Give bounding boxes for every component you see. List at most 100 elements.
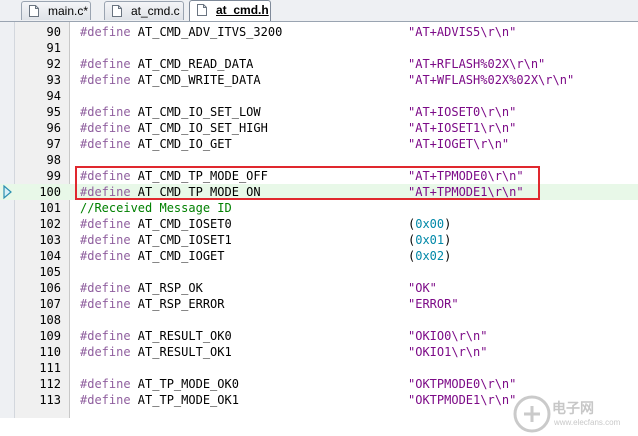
watermark-logo-icon bbox=[513, 395, 551, 433]
code-line[interactable]: 103 #define AT_CMD_IOSET1 (0x01) bbox=[0, 232, 638, 248]
macro-string-value: "ERROR" bbox=[408, 297, 459, 311]
code-line[interactable]: 101 //Received Message ID bbox=[0, 200, 638, 216]
macro-name: AT_CMD_IO_SET_LOW bbox=[130, 105, 261, 119]
macro-string-value: "AT+WFLASH%02X%02X\r\n" bbox=[408, 73, 575, 87]
code-line[interactable]: 106 #define AT_RSP_OK "OK" bbox=[0, 280, 638, 296]
watermark-text: 电子网 bbox=[552, 400, 594, 416]
preprocessor-keyword: #define bbox=[80, 329, 131, 343]
code-line[interactable]: 96 #define AT_CMD_IO_SET_HIGH "AT+IOSET1\r… bbox=[0, 120, 638, 136]
code-text: #define AT_CMD_IOSET0 bbox=[80, 216, 232, 232]
preprocessor-keyword: #define bbox=[80, 233, 131, 247]
code-text: #define AT_RSP_ERROR bbox=[80, 296, 225, 312]
code-line[interactable]: 112 #define AT_TP_MODE_OK0 "OKTPMODE0\r\n" bbox=[0, 376, 638, 392]
editor-tab-bar: main.c* at_cmd.c at_cmd.h bbox=[0, 0, 638, 22]
line-number: 107 bbox=[39, 297, 61, 311]
line-number: 111 bbox=[39, 361, 61, 375]
line-number: 91 bbox=[46, 41, 61, 55]
code-text: #define AT_CMD_IOGET bbox=[80, 248, 225, 264]
code-line[interactable]: 105 bbox=[0, 264, 638, 280]
code-line[interactable]: 93 #define AT_CMD_WRITE_DATA "AT+WFLASH%02… bbox=[0, 72, 638, 88]
preprocessor-keyword: #define bbox=[80, 297, 131, 311]
code-text: #define AT_TP_MODE_OK1 bbox=[80, 392, 239, 408]
macro-name: AT_CMD_IOSET0 bbox=[130, 217, 232, 231]
line-number: 101 bbox=[39, 201, 61, 215]
preprocessor-keyword: #define bbox=[80, 73, 131, 87]
code-line[interactable]: 104 #define AT_CMD_IOGET (0x02) bbox=[0, 248, 638, 264]
macro-string-value: "OKTPMODE0\r\n" bbox=[408, 377, 517, 391]
line-number: 113 bbox=[39, 393, 61, 407]
macro-name: AT_TP_MODE_OK0 bbox=[130, 377, 239, 391]
macro-string-value: "AT+ADVIS5\r\n" bbox=[408, 25, 517, 39]
macro-string-value: "OK" bbox=[408, 281, 437, 295]
line-number: 98 bbox=[46, 153, 61, 167]
preprocessor-keyword: #define bbox=[80, 377, 131, 391]
macro-numeric-value: (0x01) bbox=[408, 232, 451, 248]
line-number: 94 bbox=[46, 89, 61, 103]
tab-at-cmd-c[interactable]: at_cmd.c bbox=[104, 1, 184, 20]
preprocessor-keyword: #define bbox=[80, 249, 131, 263]
macro-name: AT_CMD_IOSET1 bbox=[130, 233, 232, 247]
macro-numeric-value: (0x00) bbox=[408, 216, 451, 232]
code-text: #define AT_CMD_IO_GET bbox=[80, 136, 232, 152]
macro-string-value: "OKIO0\r\n" bbox=[408, 329, 488, 343]
macro-string-value: "AT+IOSET1\r\n" bbox=[408, 121, 517, 135]
code-line[interactable]: 111 bbox=[0, 360, 638, 376]
watermark: 电子网 www.elecfans.com bbox=[512, 392, 634, 436]
code-line[interactable]: 92 #define AT_CMD_READ_DATA "AT+RFLASH%02X… bbox=[0, 56, 638, 72]
hex-number: 0x02 bbox=[415, 249, 445, 263]
code-line[interactable]: 94 bbox=[0, 88, 638, 104]
tab-label: at_cmd.h bbox=[216, 3, 269, 17]
code-text: #define AT_CMD_ADV_ITVS_3200 bbox=[80, 24, 282, 40]
line-number: 93 bbox=[46, 73, 61, 87]
tab-at-cmd-h[interactable]: at_cmd.h bbox=[189, 0, 271, 21]
line-number: 110 bbox=[39, 345, 61, 359]
preprocessor-keyword: #define bbox=[80, 57, 131, 71]
code-line[interactable]: 95 #define AT_CMD_IO_SET_LOW "AT+IOSET0\r\… bbox=[0, 104, 638, 120]
tab-label: main.c* bbox=[48, 4, 89, 18]
line-number: 105 bbox=[39, 265, 61, 279]
close-paren: ) bbox=[444, 249, 452, 263]
code-line[interactable]: 91 bbox=[0, 40, 638, 56]
code-line[interactable]: 109 #define AT_RESULT_OK0 "OKIO0\r\n" bbox=[0, 328, 638, 344]
preprocessor-keyword: #define bbox=[80, 137, 131, 151]
code-text: #define AT_CMD_WRITE_DATA bbox=[80, 72, 261, 88]
line-number: 104 bbox=[39, 249, 61, 263]
code-line[interactable]: 108 bbox=[0, 312, 638, 328]
close-paren: ) bbox=[444, 217, 452, 231]
line-number: 112 bbox=[39, 377, 61, 391]
preprocessor-keyword: #define bbox=[80, 105, 131, 119]
tab-main-c[interactable]: main.c* bbox=[21, 1, 91, 20]
code-text: #define AT_RSP_OK bbox=[80, 280, 203, 296]
code-editor[interactable]: 90 #define AT_CMD_ADV_ITVS_3200 "AT+ADVIS5… bbox=[0, 22, 638, 433]
line-number: 102 bbox=[39, 217, 61, 231]
hex-number: 0x00 bbox=[415, 217, 445, 231]
macro-name: AT_RSP_ERROR bbox=[130, 297, 225, 311]
macro-name: AT_RSP_OK bbox=[130, 281, 203, 295]
macro-name: AT_RESULT_OK0 bbox=[130, 329, 232, 343]
annotation-highlight-box bbox=[75, 166, 540, 200]
code-line[interactable]: 110 #define AT_RESULT_OK1 "OKIO1\r\n" bbox=[0, 344, 638, 360]
macro-string-value: "AT+IOGET\r\n" bbox=[408, 137, 510, 151]
macro-name: AT_RESULT_OK1 bbox=[130, 345, 232, 359]
macro-string-value: "OKTPMODE1\r\n" bbox=[408, 393, 517, 407]
line-number: 106 bbox=[39, 281, 61, 295]
close-paren: ) bbox=[444, 233, 452, 247]
code-line[interactable]: 102 #define AT_CMD_IOSET0 (0x00) bbox=[0, 216, 638, 232]
code-line[interactable]: 90 #define AT_CMD_ADV_ITVS_3200 "AT+ADVIS5… bbox=[0, 24, 638, 40]
code-text: #define AT_CMD_IO_SET_HIGH bbox=[80, 120, 268, 136]
code-line[interactable]: 107 #define AT_RSP_ERROR "ERROR" bbox=[0, 296, 638, 312]
code-text: #define AT_CMD_IO_SET_LOW bbox=[80, 104, 261, 120]
macro-name: AT_CMD_WRITE_DATA bbox=[130, 73, 261, 87]
code-text: #define AT_CMD_IOSET1 bbox=[80, 232, 232, 248]
macro-name: AT_CMD_IO_GET bbox=[130, 137, 232, 151]
line-number: 90 bbox=[46, 25, 61, 39]
code-comment: //Received Message ID bbox=[80, 201, 232, 215]
macro-string-value: "AT+RFLASH%02X\r\n" bbox=[408, 57, 546, 71]
line-number: 108 bbox=[39, 313, 61, 327]
code-line[interactable]: 97 #define AT_CMD_IO_GET "AT+IOGET\r\n" bbox=[0, 136, 638, 152]
document-icon bbox=[197, 4, 207, 16]
document-icon bbox=[112, 5, 122, 17]
macro-numeric-value: (0x02) bbox=[408, 248, 451, 264]
preprocessor-keyword: #define bbox=[80, 217, 131, 231]
line-number: 97 bbox=[46, 137, 61, 151]
